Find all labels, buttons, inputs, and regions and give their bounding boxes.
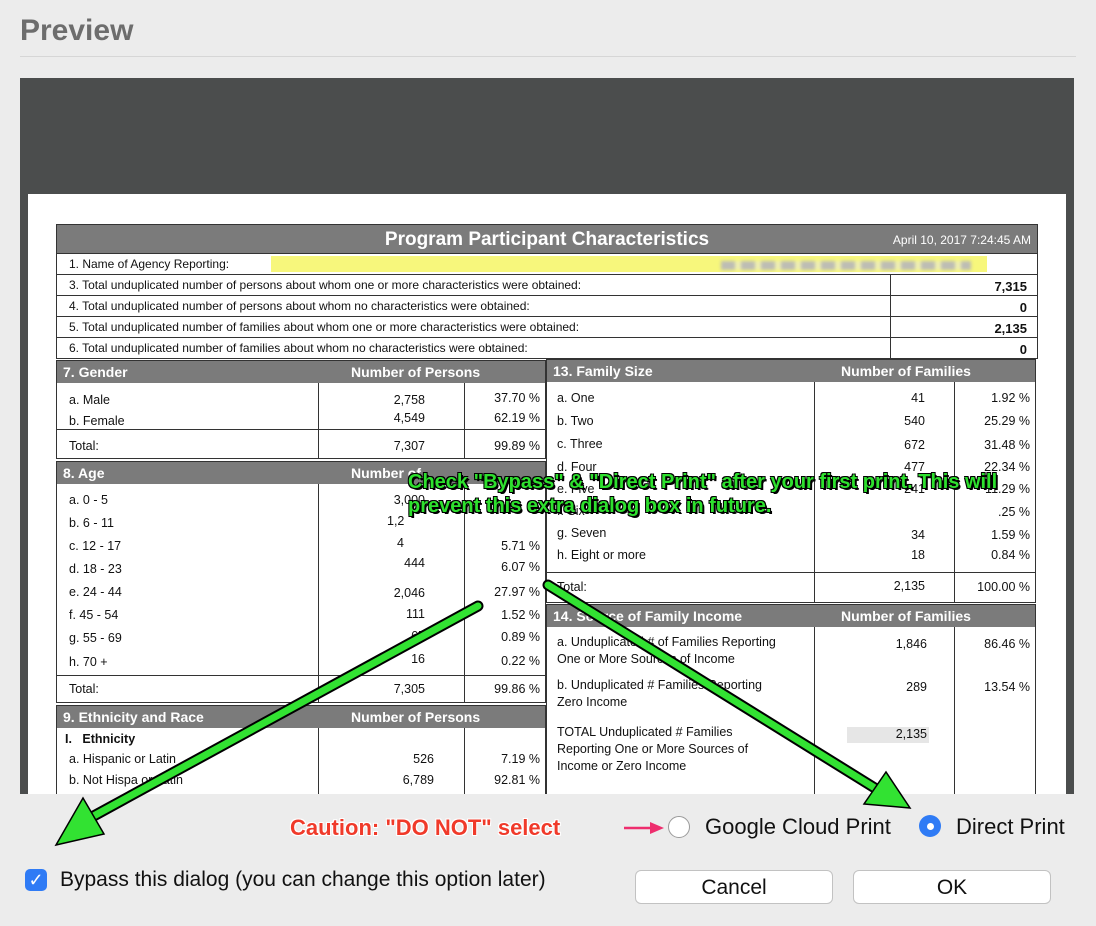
annotation-arrows-icon: [54, 579, 912, 847]
bypass-checkbox[interactable]: ✓: [25, 869, 47, 891]
direct-print-label[interactable]: Direct Print: [956, 814, 1065, 840]
cancel-button[interactable]: Cancel: [635, 870, 833, 904]
caution-text: Caution: "DO NOT" select: [290, 815, 561, 840]
ok-button[interactable]: OK: [853, 870, 1051, 904]
checkmark-icon: ✓: [28, 870, 44, 890]
bypass-label[interactable]: Bypass this dialog (you can change this …: [60, 868, 546, 892]
google-cloud-print-label[interactable]: Google Cloud Print: [705, 814, 891, 840]
direct-print-radio[interactable]: [919, 815, 941, 837]
google-cloud-print-radio[interactable]: [668, 816, 690, 838]
